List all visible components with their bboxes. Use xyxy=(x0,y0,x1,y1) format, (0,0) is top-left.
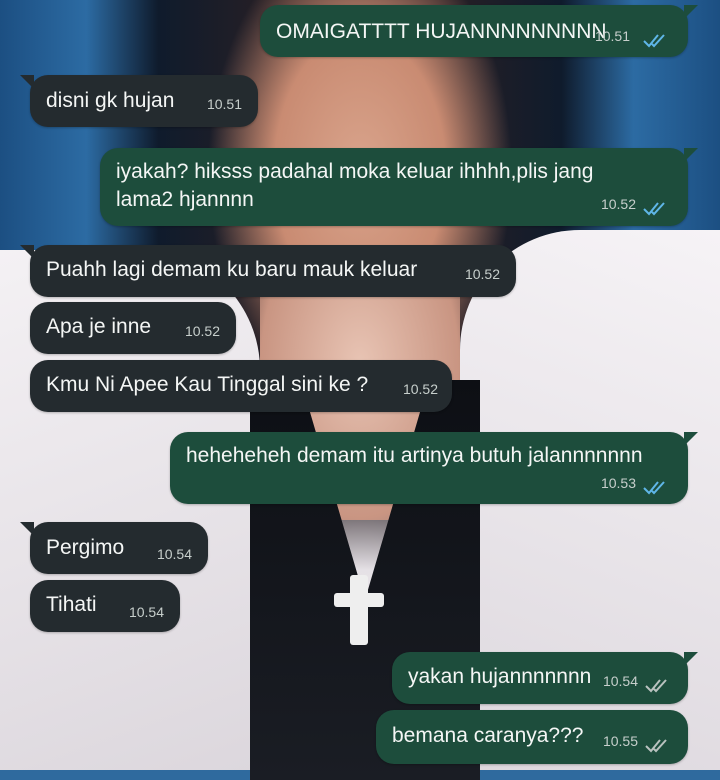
message-time: 10.54 xyxy=(128,604,164,620)
message-bubble-incoming[interactable]: Kmu Ni Apee Kau Tinggal sini ke ? 10.52 xyxy=(30,360,452,412)
message-time: 10.51 xyxy=(594,28,630,44)
message-bubble-outgoing[interactable]: heheheheh demam itu artinya butuh jalann… xyxy=(170,432,698,504)
message-time: 10.55 xyxy=(602,733,638,749)
delivered-double-check-icon xyxy=(645,679,667,693)
message-bubble-incoming[interactable]: Pergimo 10.54 xyxy=(20,522,208,574)
message-text: disni gk hujan xyxy=(46,89,175,112)
delivered-double-check-icon xyxy=(645,739,667,753)
message-bubble-outgoing[interactable]: OMAIGATTTT HUJANNNNNNNNN 10.51 xyxy=(260,5,698,57)
message-bubble-incoming[interactable]: Apa je inne 10.52 xyxy=(30,302,236,354)
message-text: bemana caranya??? xyxy=(392,724,584,747)
message-time: 10.52 xyxy=(464,266,500,282)
message-bubble-incoming[interactable]: disni gk hujan 10.51 xyxy=(20,75,258,127)
message-time: 10.52 xyxy=(402,381,438,397)
message-time: 10.52 xyxy=(600,196,636,212)
message-text: Tihati xyxy=(46,593,97,616)
read-double-check-icon xyxy=(643,202,665,216)
read-double-check-icon xyxy=(643,481,665,495)
message-bubble-outgoing[interactable]: yakan hujannnnnnn 10.54 xyxy=(392,652,698,704)
message-bubble-outgoing[interactable]: bemana caranya??? 10.55 xyxy=(376,710,688,764)
message-text: Pergimo xyxy=(46,536,125,559)
message-bubble-incoming[interactable]: Puahh lagi demam ku baru mauk keluar 10.… xyxy=(20,245,516,297)
message-time: 10.51 xyxy=(206,96,242,112)
message-text: OMAIGATTTT HUJANNNNNNNNN xyxy=(276,20,607,43)
message-bubble-incoming[interactable]: Tihati 10.54 xyxy=(30,580,180,632)
message-text: Kmu Ni Apee Kau Tinggal sini ke ? xyxy=(46,373,369,396)
message-text: Puahh lagi demam ku baru mauk keluar xyxy=(46,258,418,281)
message-text: Apa je inne xyxy=(46,315,152,338)
message-text: yakan hujannnnnnn xyxy=(408,665,592,688)
message-time: 10.54 xyxy=(602,673,638,689)
message-time: 10.54 xyxy=(156,546,192,562)
message-time: 10.52 xyxy=(184,323,220,339)
message-text: iyakah? hiksss padahal moka keluar ihhhh… xyxy=(116,160,594,211)
message-time: 10.53 xyxy=(600,475,636,491)
read-double-check-icon xyxy=(643,34,665,48)
message-text: heheheheh demam itu artinya butuh jalann… xyxy=(186,444,643,467)
message-bubble-outgoing[interactable]: iyakah? hiksss padahal moka keluar ihhhh… xyxy=(100,148,698,226)
